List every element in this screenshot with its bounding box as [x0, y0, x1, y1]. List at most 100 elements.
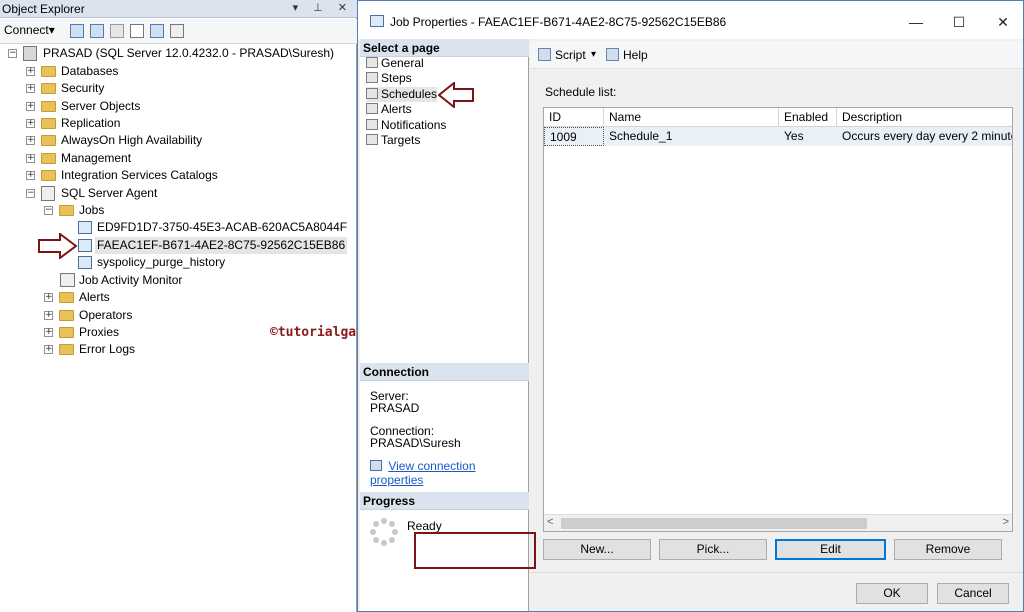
monitor-icon — [60, 273, 75, 287]
scroll-right-icon[interactable]: > — [1003, 516, 1009, 528]
folder-icon — [59, 327, 74, 338]
maximize-button[interactable]: ☐ — [944, 11, 974, 33]
dialog-title: Job Properties - FAEAC1EF-B671-4AE2-8C75… — [390, 15, 727, 29]
page-label: Steps — [381, 71, 412, 85]
schedules-page: Script ▾ Help Schedule list: ID Name Ena… — [530, 39, 1023, 572]
expand-icon[interactable]: + — [26, 171, 35, 180]
tree-node-operators[interactable]: + Operators — [0, 307, 357, 324]
ok-button[interactable]: OK — [856, 583, 928, 604]
page-label: General — [381, 56, 424, 70]
folder-icon — [59, 310, 74, 321]
expand-icon[interactable]: + — [26, 154, 35, 163]
edit-button[interactable]: Edit — [775, 539, 886, 560]
page-icon — [366, 103, 378, 114]
folder-icon — [41, 101, 56, 112]
script-button[interactable]: Script — [538, 48, 586, 62]
tree-node-security[interactable]: + Security — [0, 80, 357, 97]
tree-node-integration-services[interactable]: + Integration Services Catalogs — [0, 167, 357, 184]
table-row[interactable]: 1009 Schedule_1 Yes Occurs every day eve… — [544, 127, 1012, 146]
connect-label: Connect — [4, 23, 49, 37]
select-a-page-header: Select a page — [360, 39, 529, 57]
column-header-enabled[interactable]: Enabled — [779, 108, 837, 127]
help-button[interactable]: Help — [606, 48, 648, 62]
filter-icon[interactable] — [130, 24, 144, 38]
link-text[interactable]: View connection properties — [370, 459, 476, 487]
tree-node-label: FAEAC1EF-B671-4AE2-8C75-92562C15EB86 — [95, 237, 348, 254]
object-explorer-titlebar: Object Explorer ▾ ⊥ ✕ — [0, 0, 357, 18]
page-alerts[interactable]: Alerts — [366, 102, 412, 117]
minimize-button[interactable]: — — [901, 11, 931, 33]
tree-node-label: ED9FD1D7-3750-45E3-ACAB-620AC5A8044F — [97, 220, 348, 234]
expand-icon[interactable]: + — [26, 67, 35, 76]
collapse-icon[interactable]: − — [44, 206, 53, 215]
tree-node-label: SQL Server Agent — [61, 186, 158, 200]
page-label: Alerts — [381, 102, 412, 116]
folder-icon — [41, 83, 56, 94]
scrollbar-thumb[interactable] — [561, 518, 867, 529]
tree-node-alerts[interactable]: + Alerts — [0, 289, 357, 306]
object-explorer-title: Object Explorer — [2, 2, 85, 16]
page-targets[interactable]: Targets — [366, 133, 420, 148]
page-steps[interactable]: Steps — [366, 71, 412, 86]
job-icon — [78, 256, 92, 269]
tree-node-server-objects[interactable]: + Server Objects — [0, 98, 357, 115]
tree-node-label: Security — [61, 81, 105, 95]
column-header-description[interactable]: Description — [837, 108, 1012, 127]
tree-node-job-activity-monitor[interactable]: Job Activity Monitor — [0, 272, 357, 289]
connection-value: PRASAD\Suresh — [370, 436, 461, 450]
tree-node-jobs[interactable]: − Jobs — [0, 202, 357, 219]
folder-icon — [41, 118, 56, 129]
expand-icon[interactable]: + — [26, 102, 35, 111]
activity-monitor-icon[interactable] — [170, 24, 184, 38]
expand-icon[interactable]: + — [44, 293, 53, 302]
cell-name: Schedule_1 — [609, 129, 673, 143]
tree-node-sql-server-agent[interactable]: − SQL Server Agent — [0, 185, 357, 202]
collapse-icon[interactable]: − — [8, 49, 17, 58]
remove-button[interactable]: Remove — [894, 539, 1002, 560]
job-icon — [78, 221, 92, 234]
tree-node-label: Integration Services Catalogs — [61, 168, 218, 182]
page-notifications[interactable]: Notifications — [366, 118, 446, 133]
schedule-list-grid[interactable]: ID Name Enabled Description 1009 Schedul… — [543, 107, 1013, 532]
disconnect-icon[interactable] — [90, 24, 104, 38]
tree-node-alwayson[interactable]: + AlwaysOn High Availability — [0, 132, 357, 149]
view-connection-properties-link[interactable]: View connection properties — [370, 459, 528, 487]
refresh-icon[interactable] — [150, 24, 164, 38]
page-schedules[interactable]: Schedules — [366, 87, 438, 102]
column-header-name[interactable]: Name — [604, 108, 779, 127]
folder-icon — [41, 135, 56, 146]
properties-icon — [370, 460, 382, 471]
close-button[interactable]: ✕ — [988, 11, 1018, 33]
page-general[interactable]: General — [366, 56, 424, 71]
script-dropdown-icon[interactable]: ▾ — [591, 49, 596, 60]
column-header-id[interactable]: ID — [544, 108, 604, 127]
expand-icon[interactable]: + — [44, 328, 53, 337]
folder-icon — [59, 344, 74, 355]
connect-button[interactable]: Connect▾ — [4, 23, 55, 37]
script-label: Script — [555, 48, 586, 62]
cancel-button[interactable]: Cancel — [937, 583, 1009, 604]
expand-icon[interactable]: + — [26, 136, 35, 145]
tree-node-replication[interactable]: + Replication — [0, 115, 357, 132]
expand-icon[interactable]: + — [26, 84, 35, 93]
object-explorer-toolbar: Connect▾ — [0, 19, 357, 44]
pick-button[interactable]: Pick... — [659, 539, 767, 560]
new-button[interactable]: New... — [543, 539, 651, 560]
expand-icon[interactable]: + — [26, 119, 35, 128]
connect-server-icon[interactable] — [70, 24, 84, 38]
scroll-left-icon[interactable]: < — [547, 516, 553, 528]
panel-pin-close-buttons[interactable]: ▾ ⊥ ✕ — [293, 1, 353, 14]
tree-node-error-logs[interactable]: + Error Logs — [0, 341, 357, 358]
dialog-titlebar: Job Properties - FAEAC1EF-B671-4AE2-8C75… — [358, 1, 1023, 39]
tree-node-label: Operators — [79, 308, 133, 322]
cell-description: Occurs every day every 2 minute(s) b — [842, 129, 1012, 143]
collapse-icon[interactable]: − — [26, 189, 35, 198]
tree-node-management[interactable]: + Management — [0, 150, 357, 167]
folder-icon — [41, 153, 56, 164]
tree-node-server[interactable]: − PRASAD (SQL Server 12.0.4232.0 - PRASA… — [0, 45, 357, 62]
tree-node-databases[interactable]: + Databases — [0, 63, 357, 80]
expand-icon[interactable]: + — [44, 311, 53, 320]
expand-icon[interactable]: + — [44, 345, 53, 354]
horizontal-scrollbar[interactable]: < > — [544, 514, 1012, 531]
stop-icon[interactable] — [110, 24, 124, 38]
